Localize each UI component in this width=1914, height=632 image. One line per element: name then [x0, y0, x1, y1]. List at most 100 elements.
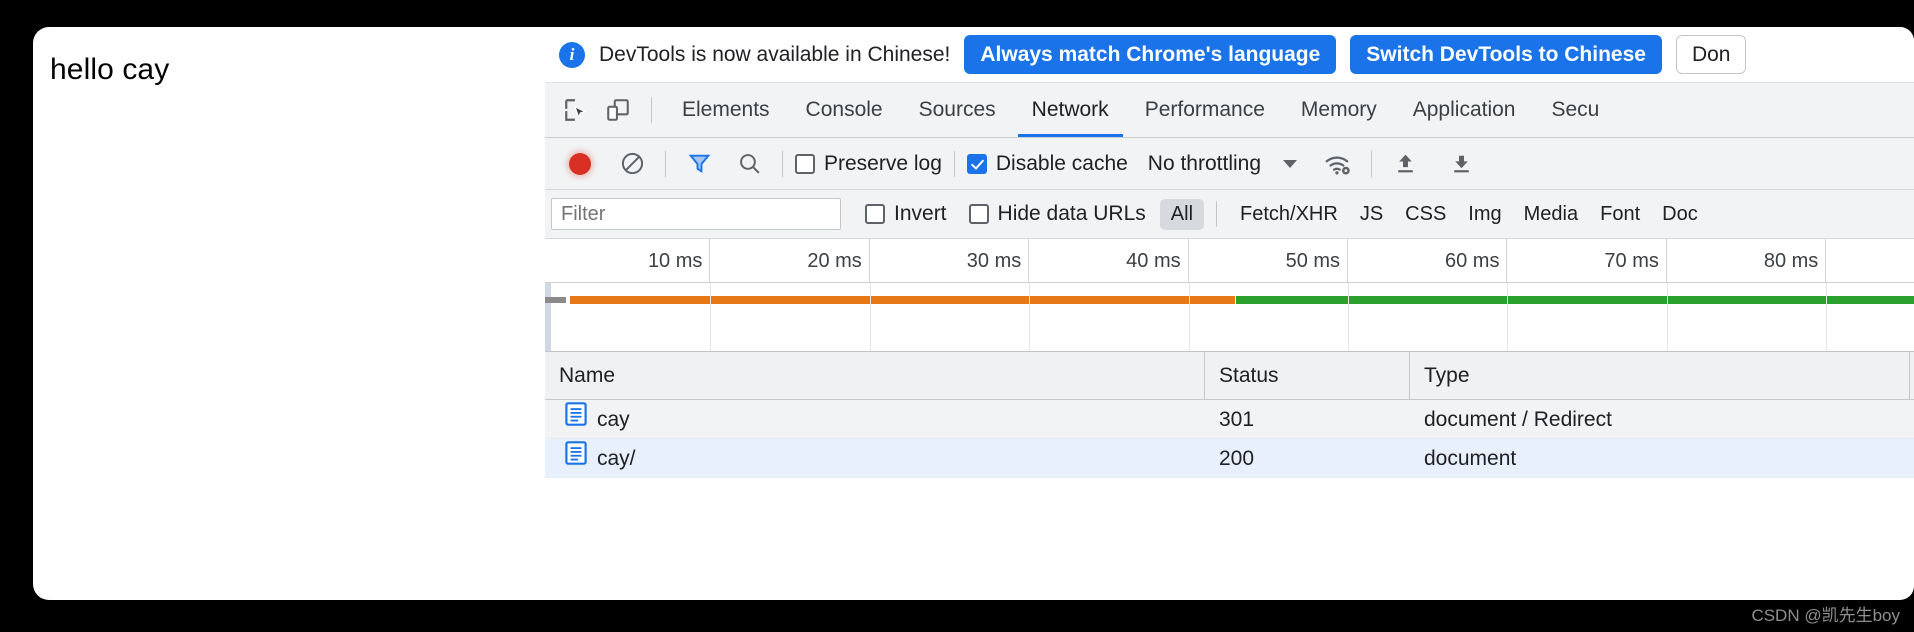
column-header-status[interactable]: Status — [1205, 351, 1410, 400]
network-overview[interactable]: 10 ms 20 ms 30 ms 40 ms 50 ms 60 ms 70 ms 80 ms — [545, 239, 1914, 352]
record-button-icon[interactable] — [559, 143, 601, 185]
banner-message: DevTools is now available in Chinese! — [599, 42, 951, 66]
tab-sources[interactable]: Sources — [901, 83, 1014, 137]
info-icon: i — [559, 41, 585, 68]
tab-application[interactable]: Application — [1395, 83, 1534, 137]
invert-label: Invert — [894, 202, 947, 225]
toolbar-separator-4 — [1371, 150, 1373, 177]
inspect-element-icon[interactable] — [555, 89, 597, 131]
throttling-select-value[interactable]: No throttling — [1148, 152, 1261, 176]
toolbar-separator-1 — [665, 150, 666, 177]
type-filter-fetch-xhr[interactable]: Fetch/XHR — [1229, 199, 1349, 230]
request-type-cell: document — [1424, 446, 1517, 470]
overview-grid-line — [710, 283, 712, 351]
table-row[interactable]: cay 301 document / Redirect — [545, 400, 1914, 439]
always-match-language-button[interactable]: Always match Chrome's language — [964, 35, 1337, 74]
tab-network[interactable]: Network — [1014, 83, 1127, 137]
document-icon — [565, 400, 587, 439]
toolbar-separator-3 — [953, 150, 955, 177]
network-filter-row: Invert Hide data URLs All Fetch/XHR JS C… — [545, 190, 1914, 239]
overview-bar-green — [1236, 296, 1914, 304]
timeline-tick: 30 ms — [870, 239, 1030, 282]
chevron-down-icon[interactable] — [1283, 159, 1298, 168]
request-name-cell: cay — [545, 400, 1205, 439]
language-banner: i DevTools is now available in Chinese! … — [545, 27, 1914, 83]
overview-body — [545, 283, 1914, 351]
export-har-icon[interactable] — [1440, 143, 1482, 185]
timeline-tick: 10 ms — [551, 239, 711, 282]
overview-grid-line — [869, 283, 871, 351]
devtools-tabbar: Elements Console Sources Network Perform… — [545, 83, 1914, 138]
type-filter-font[interactable]: Font — [1589, 199, 1651, 230]
tab-memory[interactable]: Memory — [1283, 83, 1395, 137]
overview-grid-line — [1188, 283, 1190, 351]
requests-table: Name Status Type cay 301 document / Redi… — [545, 351, 1914, 478]
column-header-name[interactable]: Name — [545, 351, 1205, 400]
overview-bar-gray — [545, 297, 566, 303]
overview-grid-line — [1826, 283, 1828, 351]
hide-data-urls-checkbox[interactable]: Hide data URLs — [968, 202, 1146, 226]
clear-icon[interactable] — [611, 143, 653, 185]
tabbar-separator — [651, 97, 652, 123]
import-har-icon[interactable] — [1384, 143, 1426, 185]
hide-data-urls-box — [968, 204, 989, 224]
tab-security[interactable]: Secu — [1533, 83, 1617, 137]
request-name-text: cay/ — [597, 446, 636, 470]
document-icon — [565, 439, 587, 478]
type-filter-css[interactable]: CSS — [1394, 199, 1457, 230]
disable-cache-checkbox[interactable]: Disable cache — [966, 151, 1128, 176]
request-name-text: cay — [597, 407, 630, 431]
requests-table-header: Name Status Type — [545, 351, 1914, 400]
overview-grid-line — [1029, 283, 1031, 351]
request-status-cell: 301 — [1219, 407, 1255, 431]
column-header-type[interactable]: Type — [1410, 351, 1910, 400]
timeline-tick: 80 ms — [1667, 239, 1827, 282]
preserve-log-checkbox[interactable]: Preserve log — [795, 152, 942, 176]
hide-data-urls-label: Hide data URLs — [997, 202, 1146, 225]
request-type-cell: document / Redirect — [1424, 407, 1612, 431]
type-filter-doc[interactable]: Doc — [1651, 199, 1709, 230]
tab-console[interactable]: Console — [788, 83, 901, 137]
overview-bar-orange — [570, 296, 1235, 304]
request-name-cell: cay/ — [545, 439, 1205, 478]
wifi-settings-icon[interactable] — [1317, 143, 1359, 185]
timeline-tick: 20 ms — [710, 239, 870, 282]
timeline-tick: 60 ms — [1348, 239, 1508, 282]
dismiss-banner-button[interactable]: Don — [1675, 35, 1747, 74]
search-icon[interactable] — [728, 143, 770, 185]
type-filter-media[interactable]: Media — [1513, 199, 1589, 230]
toolbar-separator-2 — [782, 150, 783, 177]
tab-elements[interactable]: Elements — [664, 83, 788, 137]
type-filter-img[interactable]: Img — [1457, 199, 1512, 230]
preserve-log-label: Preserve log — [824, 151, 942, 175]
timeline-tick: 70 ms — [1507, 239, 1667, 282]
table-row[interactable]: cay/ 200 document — [545, 439, 1914, 478]
invert-checkbox[interactable]: Invert — [865, 202, 947, 226]
timeline-ruler: 10 ms 20 ms 30 ms 40 ms 50 ms 60 ms 70 ms 80 ms — [545, 239, 1914, 283]
request-status-cell: 200 — [1219, 446, 1255, 470]
device-toolbar-icon[interactable] — [597, 89, 639, 131]
type-filter-all[interactable]: All — [1159, 198, 1205, 230]
screenshot-root: hello cay i DevTools is now available in… — [0, 0, 1914, 632]
disable-cache-box — [966, 153, 987, 174]
overview-grid-line — [1348, 283, 1350, 351]
timeline-tick: 40 ms — [1029, 239, 1189, 282]
overview-grid-line — [1507, 283, 1509, 351]
switch-devtools-language-button[interactable]: Switch DevTools to Chinese — [1350, 35, 1662, 74]
filter-funnel-icon[interactable] — [678, 143, 720, 185]
filter-separator — [1216, 201, 1218, 227]
devtools-panel: i DevTools is now available in Chinese! … — [545, 27, 1914, 600]
watermark: CSDN @凯先生boy — [1751, 606, 1900, 625]
filter-input[interactable] — [551, 198, 841, 230]
type-filter-js[interactable]: JS — [1349, 199, 1394, 230]
overview-grid-line — [1666, 283, 1668, 351]
page-body-text: hello cay — [50, 53, 170, 86]
disable-cache-label: Disable cache — [995, 151, 1128, 175]
overview-left-edge — [545, 283, 551, 351]
timeline-tick: 50 ms — [1189, 239, 1349, 282]
tab-performance[interactable]: Performance — [1127, 83, 1283, 137]
preserve-log-box — [795, 153, 815, 174]
browser-page-pane: hello cay — [33, 27, 545, 600]
network-toolbar: Preserve log Disable cache No throttling — [545, 138, 1914, 190]
invert-box — [865, 204, 885, 224]
